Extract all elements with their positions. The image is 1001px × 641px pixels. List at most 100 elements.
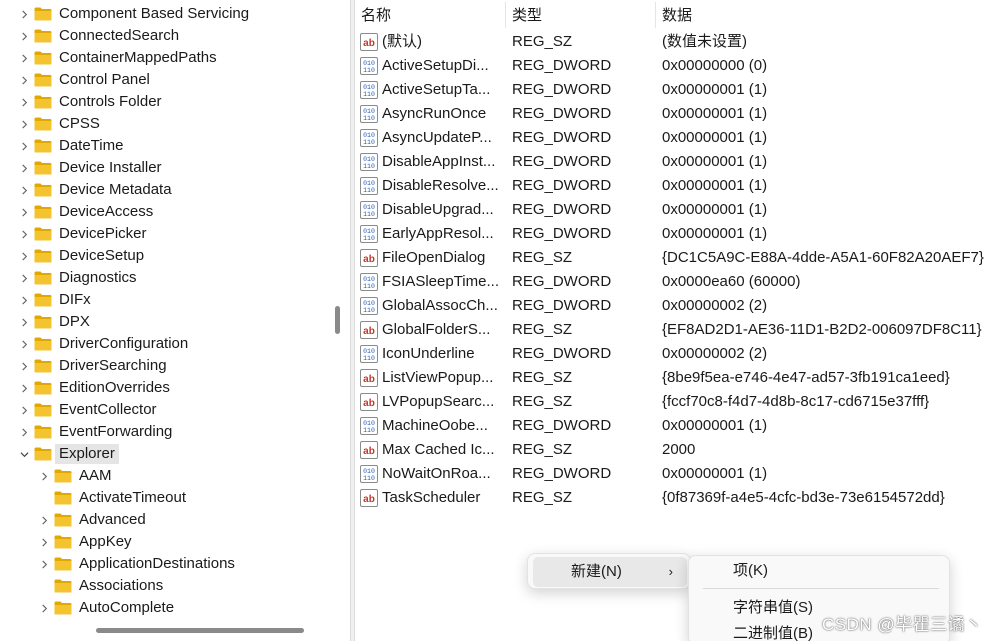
chevron-right-icon[interactable] (18, 223, 30, 245)
table-row[interactable]: ab ListViewPopup... REG_SZ {8be9f5ea-e746-4… (355, 366, 1001, 390)
chevron-right-icon[interactable] (18, 91, 30, 113)
chevron-right-icon[interactable] (38, 553, 50, 575)
table-row[interactable]: 010 110 AsyncUpdateP... REG_DWORD 0x00000001… (355, 126, 1001, 150)
chevron-right-icon[interactable] (18, 399, 30, 421)
table-row[interactable]: ab Max Cached Ic... REG_SZ 2000 (355, 438, 1001, 462)
column-header-type[interactable]: 类型 (506, 0, 655, 30)
tree-item[interactable]: DateTime (0, 135, 330, 157)
table-row[interactable]: 010 110 IconUnderline REG_DWORD 0x00000002 (… (355, 342, 1001, 366)
svg-text:010: 010 (363, 228, 375, 235)
tree-vertical-scrollbar[interactable] (333, 0, 342, 641)
table-row[interactable]: 010 110 ActiveSetupTa... REG_DWORD 0x0000000… (355, 78, 1001, 102)
folder-icon (34, 139, 52, 153)
menu-item-new[interactable]: 新建(N) › (533, 557, 687, 587)
tree-item[interactable]: ConnectedSearch (0, 25, 330, 47)
tree-item[interactable]: Device Installer (0, 157, 330, 179)
tree-item[interactable]: CPSS (0, 113, 330, 135)
tree-item[interactable]: Associations (0, 575, 330, 597)
folder-icon (34, 337, 52, 351)
table-row[interactable]: 010 110 DisableAppInst... REG_DWORD 0x000000… (355, 150, 1001, 174)
tree-item[interactable]: DeviceAccess (0, 201, 330, 223)
tree-item[interactable]: EditionOverrides (0, 377, 330, 399)
table-row[interactable]: 010 110 GlobalAssocCh... REG_DWORD 0x0000000… (355, 294, 1001, 318)
tree-item[interactable]: AAM (0, 465, 330, 487)
tree-item[interactable]: Controls Folder (0, 91, 330, 113)
tree-item[interactable]: ActivateTimeout (0, 487, 330, 509)
tree-item[interactable]: ApplicationDestinations (0, 553, 330, 575)
cell-data: {fccf70c8-f4d7-4d8b-8c17-cd6715e37fff} (662, 393, 930, 410)
table-row[interactable]: 010 110 ActiveSetupDi... REG_DWORD 0x0000000… (355, 54, 1001, 78)
tree-item-label: Diagnostics (59, 269, 137, 286)
tree-item[interactable]: DevicePicker (0, 223, 330, 245)
tree-item[interactable]: AutoComplete (0, 597, 330, 619)
tree-item[interactable]: DriverSearching (0, 355, 330, 377)
chevron-right-icon[interactable] (38, 531, 50, 553)
chevron-right-icon[interactable] (18, 47, 30, 69)
tree-vertical-scroll-thumb[interactable] (335, 306, 340, 334)
binary-value-icon: 010 110 (360, 153, 378, 171)
tree-item[interactable]: Advanced (0, 509, 330, 531)
chevron-right-icon[interactable] (38, 597, 50, 619)
svg-text:110: 110 (363, 475, 375, 482)
tree-item[interactable]: DriverConfiguration (0, 333, 330, 355)
tree-item[interactable]: EventCollector (0, 399, 330, 421)
tree-item[interactable]: Explorer (0, 443, 330, 465)
chevron-right-icon[interactable] (38, 465, 50, 487)
tree-item[interactable]: Component Based Servicing (0, 3, 330, 25)
tree-item[interactable]: Device Metadata (0, 179, 330, 201)
cell-type: REG_DWORD (512, 273, 612, 290)
tree-item[interactable]: Control Panel (0, 69, 330, 91)
tree-horizontal-scroll-thumb[interactable] (96, 628, 304, 633)
chevron-right-icon[interactable] (18, 135, 30, 157)
submenu-item-key[interactable]: 项(K) (733, 559, 768, 583)
tree-item-label: ConnectedSearch (59, 27, 180, 44)
submenu-item-string-value[interactable]: 字符串值(S) (733, 596, 813, 620)
submenu-item-binary-value[interactable]: 二进制值(B) (733, 622, 813, 641)
chevron-right-icon[interactable] (18, 69, 30, 91)
tree-item-label: Control Panel (59, 71, 150, 88)
table-row[interactable]: 010 110 MachineOobe... REG_DWORD 0x00000001 … (355, 414, 1001, 438)
string-value-icon: ab (360, 249, 378, 267)
column-header-name[interactable]: 名称 (355, 0, 505, 30)
chevron-right-icon[interactable] (18, 333, 30, 355)
table-row[interactable]: ab TaskScheduler REG_SZ {0f87369f-a4e5-4cfc… (355, 486, 1001, 510)
tree-item[interactable]: DIFx (0, 289, 330, 311)
chevron-right-icon[interactable] (18, 421, 30, 443)
tree-item[interactable]: Diagnostics (0, 267, 330, 289)
tree-item[interactable]: DPX (0, 311, 330, 333)
column-header-data[interactable]: 数据 (656, 0, 1001, 30)
chevron-right-icon[interactable] (18, 179, 30, 201)
tree-item[interactable]: EventForwarding (0, 421, 330, 443)
chevron-right-icon[interactable] (18, 157, 30, 179)
registry-values-list[interactable]: 名称 类型 数据 ab (默认) REG_SZ (数值未设置) 010 110 Active… (355, 0, 1001, 641)
chevron-down-icon[interactable] (18, 443, 30, 465)
chevron-right-icon[interactable] (18, 245, 30, 267)
chevron-right-icon[interactable] (18, 355, 30, 377)
chevron-right-icon[interactable] (18, 289, 30, 311)
chevron-right-icon[interactable] (18, 25, 30, 47)
table-row[interactable]: 010 110 DisableUpgrad... REG_DWORD 0x0000000… (355, 198, 1001, 222)
chevron-right-icon[interactable] (18, 201, 30, 223)
chevron-right-icon[interactable] (18, 377, 30, 399)
svg-text:110: 110 (363, 211, 375, 218)
table-row[interactable]: 010 110 EarlyAppResol... REG_DWORD 0x0000000… (355, 222, 1001, 246)
chevron-right-icon[interactable] (18, 267, 30, 289)
table-row[interactable]: ab FileOpenDialog REG_SZ {DC1C5A9C-E88A-4dd… (355, 246, 1001, 270)
table-row[interactable]: ab (默认) REG_SZ (数值未设置) (355, 30, 1001, 54)
table-row[interactable]: ab LVPopupSearc... REG_SZ {fccf70c8-f4d7-4d… (355, 390, 1001, 414)
tree-item[interactable]: DeviceSetup (0, 245, 330, 267)
chevron-right-icon[interactable] (18, 3, 30, 25)
chevron-right-icon[interactable] (18, 311, 30, 333)
chevron-right-icon[interactable] (38, 509, 50, 531)
table-row[interactable]: 010 110 FSIASleepTime... REG_DWORD 0x0000ea6… (355, 270, 1001, 294)
chevron-right-icon[interactable] (18, 113, 30, 135)
folder-icon (34, 161, 52, 175)
folder-icon (34, 227, 52, 241)
table-row[interactable]: 010 110 AsyncRunOnce REG_DWORD 0x00000001 (1… (355, 102, 1001, 126)
table-row[interactable]: 010 110 NoWaitOnRoa... REG_DWORD 0x00000001 … (355, 462, 1001, 486)
tree-item[interactable]: ContainerMappedPaths (0, 47, 330, 69)
table-row[interactable]: ab GlobalFolderS... REG_SZ {EF8AD2D1-AE36-1… (355, 318, 1001, 342)
registry-tree[interactable]: Component Based Servicing ConnectedSearch… (0, 0, 330, 641)
table-row[interactable]: 010 110 DisableResolve... REG_DWORD 0x000000… (355, 174, 1001, 198)
tree-item[interactable]: AppKey (0, 531, 330, 553)
